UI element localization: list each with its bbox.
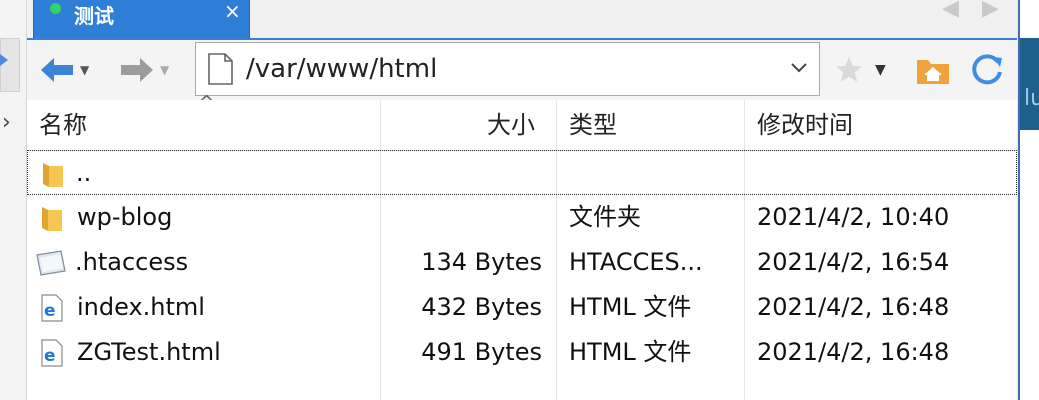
svg-text:e: e: [44, 301, 56, 321]
tab-next-button[interactable]: ▶: [982, 0, 999, 21]
star-icon: [836, 57, 862, 82]
back-button[interactable]: ▼: [39, 52, 89, 88]
file-row[interactable]: .htaccess 134 Bytes HTACCES... 2021/4/2,…: [27, 240, 1017, 285]
file-row[interactable]: e index.html 432 Bytes HTML 文件 2021/4/2,…: [27, 285, 1017, 330]
file-name: index.html: [77, 293, 205, 321]
connection-status-icon: [50, 3, 61, 14]
file-row[interactable]: e ZGTest.html 491 Bytes HTML 文件 2021/4/2…: [27, 330, 1017, 375]
file-name: ..: [76, 159, 92, 187]
address-path[interactable]: /var/www/html: [246, 54, 437, 84]
tab-close-button[interactable]: ×: [224, 0, 241, 23]
file-size: 134 Bytes: [421, 248, 542, 276]
back-dropdown-icon[interactable]: ▼: [80, 63, 89, 77]
document-icon: [208, 53, 233, 85]
chevron-down-icon[interactable]: [789, 57, 809, 77]
tab-bar: 测试 × ◀ ▶: [27, 0, 1017, 40]
folder-icon: [42, 207, 62, 231]
favorites-dropdown-icon[interactable]: ▼: [875, 62, 886, 78]
home-folder-button[interactable]: [915, 52, 951, 88]
file-name: .htaccess: [75, 248, 189, 276]
forward-button[interactable]: ▼: [119, 52, 169, 88]
file-type: HTACCES...: [569, 248, 703, 276]
folder-icon: [43, 163, 63, 187]
refresh-icon: [972, 54, 1002, 85]
file-size: 432 Bytes: [421, 293, 542, 321]
left-pane-caret-icon: ›: [2, 110, 11, 135]
html-file-icon: e: [41, 339, 63, 367]
address-bar[interactable]: /var/www/html: [195, 42, 820, 96]
favorites-button[interactable]: ▼: [833, 52, 886, 88]
file-row-parent[interactable]: ..: [27, 150, 1017, 195]
column-name[interactable]: 名称: [39, 100, 87, 150]
file-modified: 2021/4/2, 16:54: [757, 248, 950, 276]
file-type: HTML 文件: [569, 338, 692, 366]
back-arrow-icon: [41, 58, 73, 82]
file-size: 491 Bytes: [421, 338, 542, 366]
home-folder-icon: [917, 60, 949, 84]
tab-prev-button[interactable]: ◀: [942, 0, 959, 21]
tab-title: 测试: [74, 4, 114, 28]
file-name: wp-blog: [77, 203, 173, 231]
file-modified: 2021/4/2, 16:48: [757, 338, 950, 366]
file-name: ZGTest.html: [77, 338, 221, 366]
generic-file-icon: [36, 250, 66, 276]
column-modified[interactable]: 修改时间: [757, 100, 853, 150]
sort-caret-icon: ^: [199, 92, 215, 113]
left-pane-arrow-icon: [0, 54, 8, 66]
left-pane-edge: ›: [0, 0, 27, 400]
file-row[interactable]: wp-blog 文件夹 2021/4/2, 10:40: [27, 195, 1017, 240]
column-header: ^ 名称 大小 类型 修改时间: [27, 92, 1017, 151]
svg-text:e: e: [44, 346, 56, 366]
address-toolbar: ▼ ▼ /var/www/html ▼: [27, 38, 1017, 102]
column-size[interactable]: 大小: [487, 100, 535, 150]
right-pane-edge: lu: [1018, 0, 1039, 400]
html-file-icon: e: [41, 294, 63, 322]
forward-dropdown-icon[interactable]: ▼: [160, 63, 169, 77]
file-type: 文件夹: [569, 203, 641, 231]
right-pane-dark-area: lu: [1020, 38, 1039, 130]
refresh-button[interactable]: [969, 52, 1005, 88]
file-modified: 2021/4/2, 10:40: [757, 203, 950, 231]
forward-arrow-icon: [121, 58, 153, 82]
file-panel: 测试 × ◀ ▶ ▼ ▼ /var/www/html ▼ ^ 名称 大小 类型 …: [27, 0, 1017, 400]
tab-test[interactable]: 测试 ×: [33, 0, 250, 40]
file-modified: 2021/4/2, 16:48: [757, 293, 950, 321]
file-type: HTML 文件: [569, 293, 692, 321]
column-type[interactable]: 类型: [569, 100, 617, 150]
